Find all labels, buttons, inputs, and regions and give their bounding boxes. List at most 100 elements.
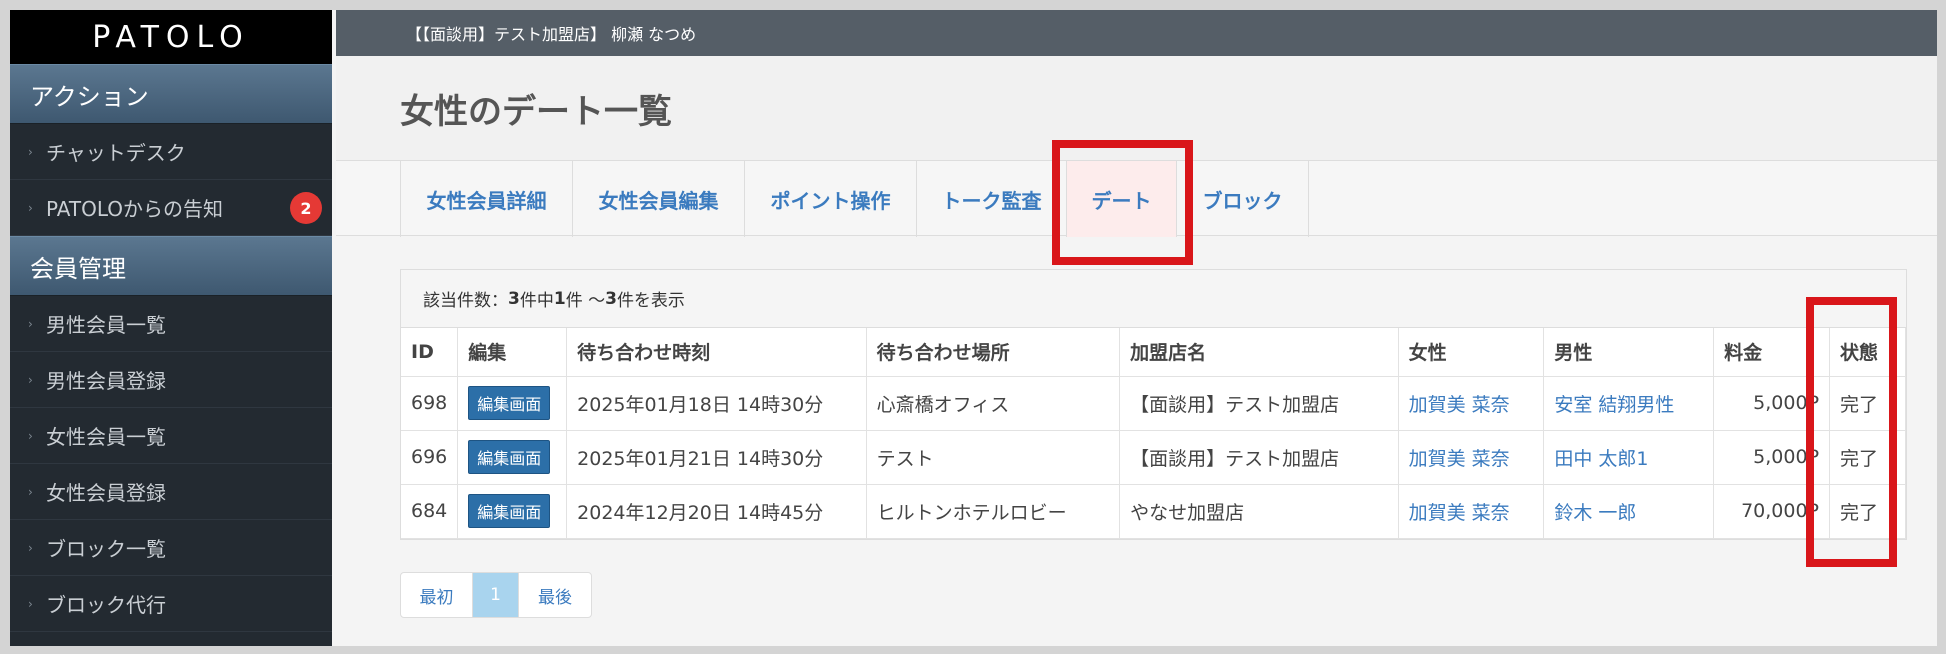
female-link[interactable]: 加賀美 菜奈 — [1409, 502, 1510, 524]
chevron-right-icon: › — [28, 596, 33, 611]
column-header: 状態 — [1829, 328, 1906, 377]
result-count: 該当件数： 3 件中 1件 〜 3 件を表示 — [401, 270, 1906, 328]
page-last[interactable]: 最後 — [519, 573, 591, 617]
cell-id: 698 — [401, 376, 459, 431]
date-list-panel: 該当件数： 3 件中 1件 〜 3 件を表示 ID 編集 待ち合わせ時刻 待ち合わせ場… — [400, 269, 1907, 540]
edit-button[interactable]: 編集画面 — [468, 440, 551, 474]
column-header: 加盟店名 — [1119, 328, 1399, 377]
cell-male: 鈴木 一郎 — [1543, 484, 1715, 539]
column-header: 料金 — [1713, 328, 1831, 377]
result-text: 件中 — [519, 291, 554, 311]
result-suffix: 件を表示 — [616, 291, 685, 311]
cell-female: 加賀美 菜奈 — [1398, 376, 1545, 431]
column-header: 女性 — [1398, 328, 1545, 377]
cell-time: 2025年01月18日 14時30分 — [566, 376, 867, 431]
cell-place: 心斎橋オフィス — [866, 376, 1121, 431]
page-title: 女性のデート一覧 — [336, 56, 1937, 160]
cell-fee: 5,000P — [1713, 430, 1831, 485]
cell-male: 田中 太郎1 — [1543, 430, 1715, 485]
date-table: ID 編集 待ち合わせ時刻 待ち合わせ場所 加盟店名 女性 男性 料金 状態 6… — [401, 328, 1906, 539]
edit-button[interactable]: 編集画面 — [468, 494, 551, 528]
column-header: 男性 — [1543, 328, 1715, 377]
main-content: 【【面談用】テスト加盟店】 柳瀬 なつめ 女性のデート一覧 女性会員詳細 女性会… — [336, 10, 1937, 646]
result-text: 件 〜 — [565, 291, 606, 311]
sidebar-item-label: 女性会員登録 — [46, 481, 166, 505]
cell-fee: 5,000P — [1713, 376, 1831, 431]
result-to: 3 — [605, 288, 617, 309]
table-row: 684 編集画面 2024年12月20日 14時45分 ヒルトンホテルロビー や… — [401, 484, 1906, 539]
sidebar-item-label: 女性会員一覧 — [46, 425, 166, 449]
column-header: ID — [401, 328, 459, 377]
account-bar: 【【面談用】テスト加盟店】 柳瀬 なつめ — [336, 10, 1937, 56]
chevron-right-icon: › — [28, 144, 33, 159]
cell-edit: 編集画面 — [457, 376, 568, 431]
sidebar: PATOLO アクション › チャットデスク › PATOLOからの告知 2 会… — [10, 10, 332, 646]
chevron-right-icon: › — [28, 428, 33, 443]
section-member-management: 会員管理 — [10, 236, 332, 296]
tab-bar: 女性会員詳細 女性会員編集 ポイント操作 トーク監査 デート ブロック — [336, 160, 1937, 237]
sidebar-item-male-list[interactable]: › 男性会員一覧 — [10, 296, 332, 352]
chevron-right-icon: › — [28, 200, 33, 215]
sidebar-item-announcements[interactable]: › PATOLOからの告知 2 — [10, 180, 332, 236]
sidebar-item-label: ブロック一覧 — [46, 537, 166, 561]
cell-store: 【面談用】テスト加盟店 — [1119, 430, 1399, 485]
account-name: 【【面談用】テスト加盟店】 柳瀬 なつめ — [406, 25, 697, 44]
result-from: 1 — [553, 288, 566, 309]
table-row: 698 編集画面 2025年01月18日 14時30分 心斎橋オフィス 【面談用… — [401, 376, 1906, 431]
pagination: 最初 1 最後 — [400, 572, 592, 618]
cell-status: 完了 — [1829, 430, 1906, 485]
cell-time: 2025年01月21日 14時30分 — [566, 430, 867, 485]
cell-fee: 70,000P — [1713, 484, 1831, 539]
cell-time: 2024年12月20日 14時45分 — [566, 484, 867, 539]
sidebar-item-block-list[interactable]: › ブロック一覧 — [10, 520, 332, 576]
logo: PATOLO — [10, 10, 332, 64]
male-link[interactable]: 安室 結翔男性 — [1554, 394, 1674, 416]
edit-button[interactable]: 編集画面 — [468, 386, 551, 420]
chevron-right-icon: › — [28, 484, 33, 499]
page-current[interactable]: 1 — [473, 573, 519, 617]
cell-female: 加賀美 菜奈 — [1398, 430, 1545, 485]
male-link[interactable]: 鈴木 一郎 — [1554, 502, 1636, 524]
cell-status: 完了 — [1829, 484, 1906, 539]
column-header: 待ち合わせ時刻 — [566, 328, 867, 377]
cell-edit: 編集画面 — [457, 430, 568, 485]
sidebar-item-chat-desk[interactable]: › チャットデスク — [10, 124, 332, 180]
result-prefix: 該当件数： — [423, 291, 508, 311]
tab-talk-audit[interactable]: トーク監査 — [917, 161, 1067, 237]
tab-female-detail[interactable]: 女性会員詳細 — [401, 161, 573, 237]
tab-date[interactable]: デート — [1067, 161, 1177, 237]
sidebar-item-label: PATOLOからの告知 — [46, 197, 224, 221]
cell-place: テスト — [866, 430, 1121, 485]
male-link[interactable]: 田中 太郎1 — [1554, 448, 1648, 470]
cell-edit: 編集画面 — [457, 484, 568, 539]
chevron-right-icon: › — [28, 372, 33, 387]
sidebar-item-label: 男性会員登録 — [46, 369, 166, 393]
cell-id: 696 — [401, 430, 459, 485]
cell-id: 684 — [401, 484, 459, 539]
female-link[interactable]: 加賀美 菜奈 — [1409, 394, 1510, 416]
cell-status: 完了 — [1829, 376, 1906, 431]
cell-female: 加賀美 菜奈 — [1398, 484, 1545, 539]
sidebar-item-label: ブロック代行 — [46, 593, 166, 617]
cell-store: やなせ加盟店 — [1119, 484, 1399, 539]
sidebar-item-female-register[interactable]: › 女性会員登録 — [10, 464, 332, 520]
notification-badge: 2 — [290, 192, 322, 224]
female-link[interactable]: 加賀美 菜奈 — [1409, 448, 1510, 470]
sidebar-item-block-proxy[interactable]: › ブロック代行 — [10, 576, 332, 632]
cell-place: ヒルトンホテルロビー — [866, 484, 1121, 539]
cell-male: 安室 結翔男性 — [1543, 376, 1715, 431]
column-header: 編集 — [457, 328, 568, 377]
sidebar-item-label: 男性会員一覧 — [46, 313, 166, 337]
sidebar-item-female-list[interactable]: › 女性会員一覧 — [10, 408, 332, 464]
column-header: 待ち合わせ場所 — [866, 328, 1121, 377]
table-row: 696 編集画面 2025年01月21日 14時30分 テスト 【面談用】テスト… — [401, 430, 1906, 485]
tab-female-edit[interactable]: 女性会員編集 — [573, 161, 745, 237]
sidebar-item-label: チャットデスク — [46, 141, 186, 165]
section-actions: アクション — [10, 64, 332, 124]
tab-block[interactable]: ブロック — [1177, 161, 1309, 237]
sidebar-item-male-register[interactable]: › 男性会員登録 — [10, 352, 332, 408]
chevron-right-icon: › — [28, 540, 33, 555]
tab-point-operation[interactable]: ポイント操作 — [745, 161, 917, 237]
page-first[interactable]: 最初 — [401, 573, 473, 617]
app-frame: PATOLO アクション › チャットデスク › PATOLOからの告知 2 会… — [10, 10, 1937, 646]
